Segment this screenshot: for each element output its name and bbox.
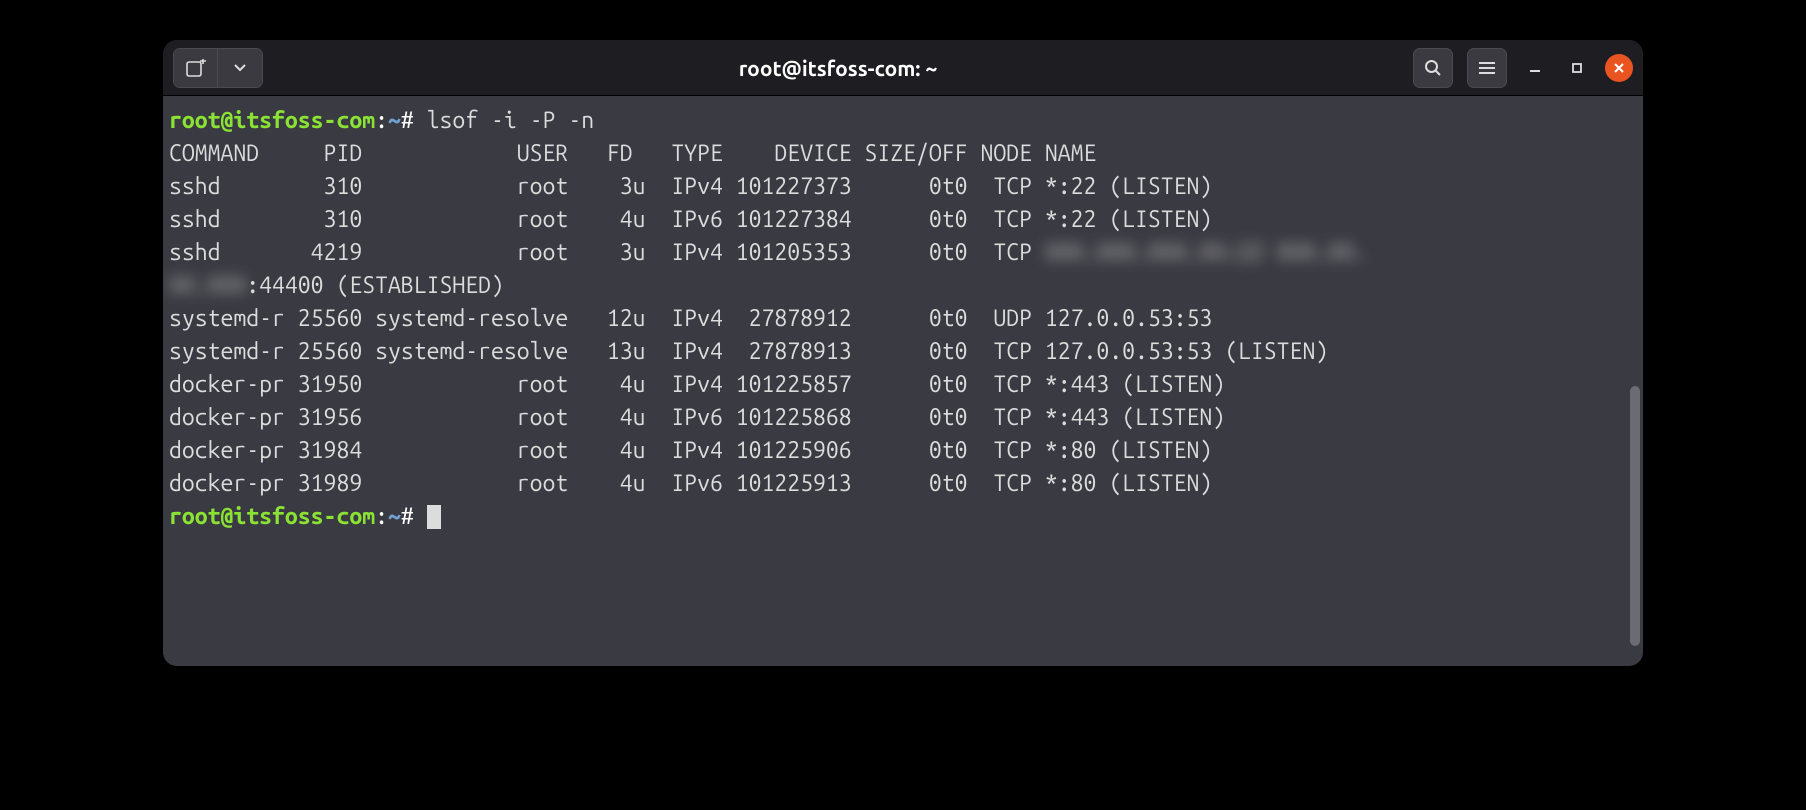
output-row: docker-pr 31950 root 4u IPv4 101225857 0… [169,372,1225,397]
window-controls [1413,48,1633,88]
chevron-down-icon [233,63,247,73]
tab-button-group [173,48,263,88]
prompt-path: ~ [388,504,401,529]
terminal-content[interactable]: root@itsfoss-com:~# lsof -i -P -n COMMAN… [163,96,1643,666]
maximize-button[interactable] [1563,54,1591,82]
tab-menu-button[interactable] [218,49,262,87]
terminal-window: root@itsfoss-com: ~ [163,40,1643,666]
window-title: root@itsfoss-com: ~ [263,56,1413,80]
command-input: lsof -i -P -n [427,108,594,133]
redacted-ip: XX.XXX [169,273,246,298]
minimize-button[interactable] [1521,54,1549,82]
hamburger-menu-button[interactable] [1467,48,1507,88]
redacted-ip: XXX.XXX.XXX.XX:22 XXX.XX. [1045,240,1367,265]
prompt-line: root@itsfoss-com:~# lsof -i -P -n [169,108,594,133]
close-icon [1613,62,1625,74]
output-row: systemd-r 25560 systemd-resolve 12u IPv4… [169,306,1212,331]
output-row: docker-pr 31984 root 4u IPv4 101225906 0… [169,438,1212,463]
prompt-line: root@itsfoss-com:~# [169,504,441,529]
close-button[interactable] [1605,54,1633,82]
titlebar: root@itsfoss-com: ~ [163,40,1643,96]
output-row: systemd-r 25560 systemd-resolve 13u IPv4… [169,339,1328,364]
cursor [427,505,441,529]
new-tab-icon [186,59,206,77]
maximize-icon [1571,62,1583,74]
output-row: sshd 310 root 4u IPv6 101227384 0t0 TCP … [169,207,1212,232]
output-row: sshd 4219 root 3u IPv4 101205353 0t0 TCP… [169,240,1367,265]
search-button[interactable] [1413,48,1453,88]
scrollbar[interactable] [1630,386,1640,646]
output-row: docker-pr 31989 root 4u IPv6 101225913 0… [169,471,1212,496]
search-icon [1424,59,1442,77]
prompt-user: root@itsfoss-com [169,108,375,133]
output-row: sshd 310 root 3u IPv4 101227373 0t0 TCP … [169,174,1212,199]
minimize-icon [1528,61,1542,75]
hamburger-icon [1478,61,1496,75]
prompt-path: ~ [388,108,401,133]
output-row-continuation: XX.XXX:44400 (ESTABLISHED) [169,273,504,298]
prompt-user: root@itsfoss-com [169,504,375,529]
output-header: COMMAND PID USER FD TYPE DEVICE SIZE/OFF… [169,141,1096,166]
output-row: docker-pr 31956 root 4u IPv6 101225868 0… [169,405,1225,430]
new-tab-button[interactable] [174,49,218,87]
